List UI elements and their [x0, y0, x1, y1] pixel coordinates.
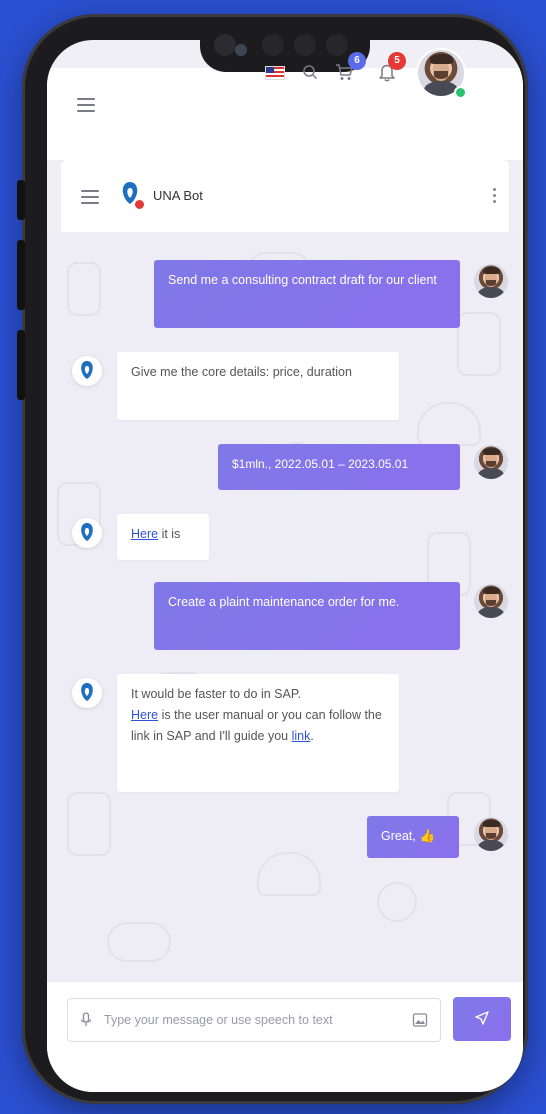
message-input-box[interactable]: [67, 998, 441, 1042]
background-doodle: [107, 922, 171, 962]
app-screen: UNA Bot Send me a consulting contract dr…: [47, 40, 523, 1092]
sensor: [326, 34, 348, 56]
camera-icon: [214, 34, 247, 56]
message-link[interactable]: Here: [131, 708, 158, 722]
cart-count-badge: 6: [348, 52, 366, 70]
hamburger-icon[interactable]: [81, 190, 99, 204]
kebab-icon[interactable]: [493, 188, 496, 203]
message-text: is the user manual or you can follow the…: [131, 708, 382, 743]
message-input[interactable]: [102, 1009, 402, 1031]
background-doodle: [417, 402, 481, 446]
phone-side-button: [17, 240, 25, 310]
send-icon: [475, 1010, 489, 1025]
background-doodle: [377, 882, 417, 922]
sensor: [262, 34, 284, 56]
background-doodle: [67, 262, 101, 316]
send-button[interactable]: [453, 997, 511, 1041]
microphone-icon[interactable]: [80, 1012, 92, 1028]
online-status-dot: [454, 86, 467, 99]
bot-avatar-icon: [72, 678, 102, 708]
notification-count-badge: 5: [388, 52, 406, 70]
phone-side-button: [17, 180, 25, 220]
message-text: it is: [158, 527, 181, 541]
message-link[interactable]: link: [292, 729, 311, 743]
hamburger-icon[interactable]: [77, 98, 95, 112]
message-text: It would be faster to do in SAP.: [131, 687, 302, 701]
search-icon[interactable]: [302, 64, 318, 80]
user-message: Send me a consulting contract draft for …: [154, 260, 460, 328]
user-message: Great, 👍: [367, 816, 459, 858]
bot-avatar-icon: [72, 356, 102, 386]
chat-title: UNA Bot: [153, 188, 203, 203]
message-text: .: [310, 729, 314, 743]
bot-message: Give me the core details: price, duratio…: [117, 352, 399, 420]
chat-header: UNA Bot: [61, 160, 509, 232]
bot-message: It would be faster to do in SAP. Here is …: [117, 674, 399, 792]
chat-messages[interactable]: Send me a consulting contract draft for …: [47, 232, 523, 982]
bot-avatar-icon: [72, 518, 102, 548]
user-message: Create a plaint maintenance order for me…: [154, 582, 460, 650]
thumbs-up-icon: 👍: [419, 829, 436, 843]
background-doodle: [457, 312, 501, 376]
user-avatar: [474, 264, 508, 298]
user-message: $1mln., 2022.05.01 – 2023.05.01: [218, 444, 460, 490]
sensor: [294, 34, 316, 56]
bot-logo-icon: [115, 178, 146, 211]
bot-message: Here it is: [117, 514, 209, 560]
us-flag-icon[interactable]: [265, 66, 285, 80]
status-dot: [133, 198, 146, 211]
background-doodle: [257, 852, 321, 896]
user-avatar: [474, 817, 508, 851]
user-avatar: [474, 445, 508, 479]
message-text: Great,: [381, 829, 416, 843]
image-icon[interactable]: [412, 1012, 428, 1028]
background-doodle: [67, 792, 111, 856]
message-link[interactable]: Here: [131, 527, 158, 541]
user-avatar: [474, 584, 508, 618]
phone-side-button: [17, 330, 25, 400]
message-composer: [47, 982, 523, 1092]
